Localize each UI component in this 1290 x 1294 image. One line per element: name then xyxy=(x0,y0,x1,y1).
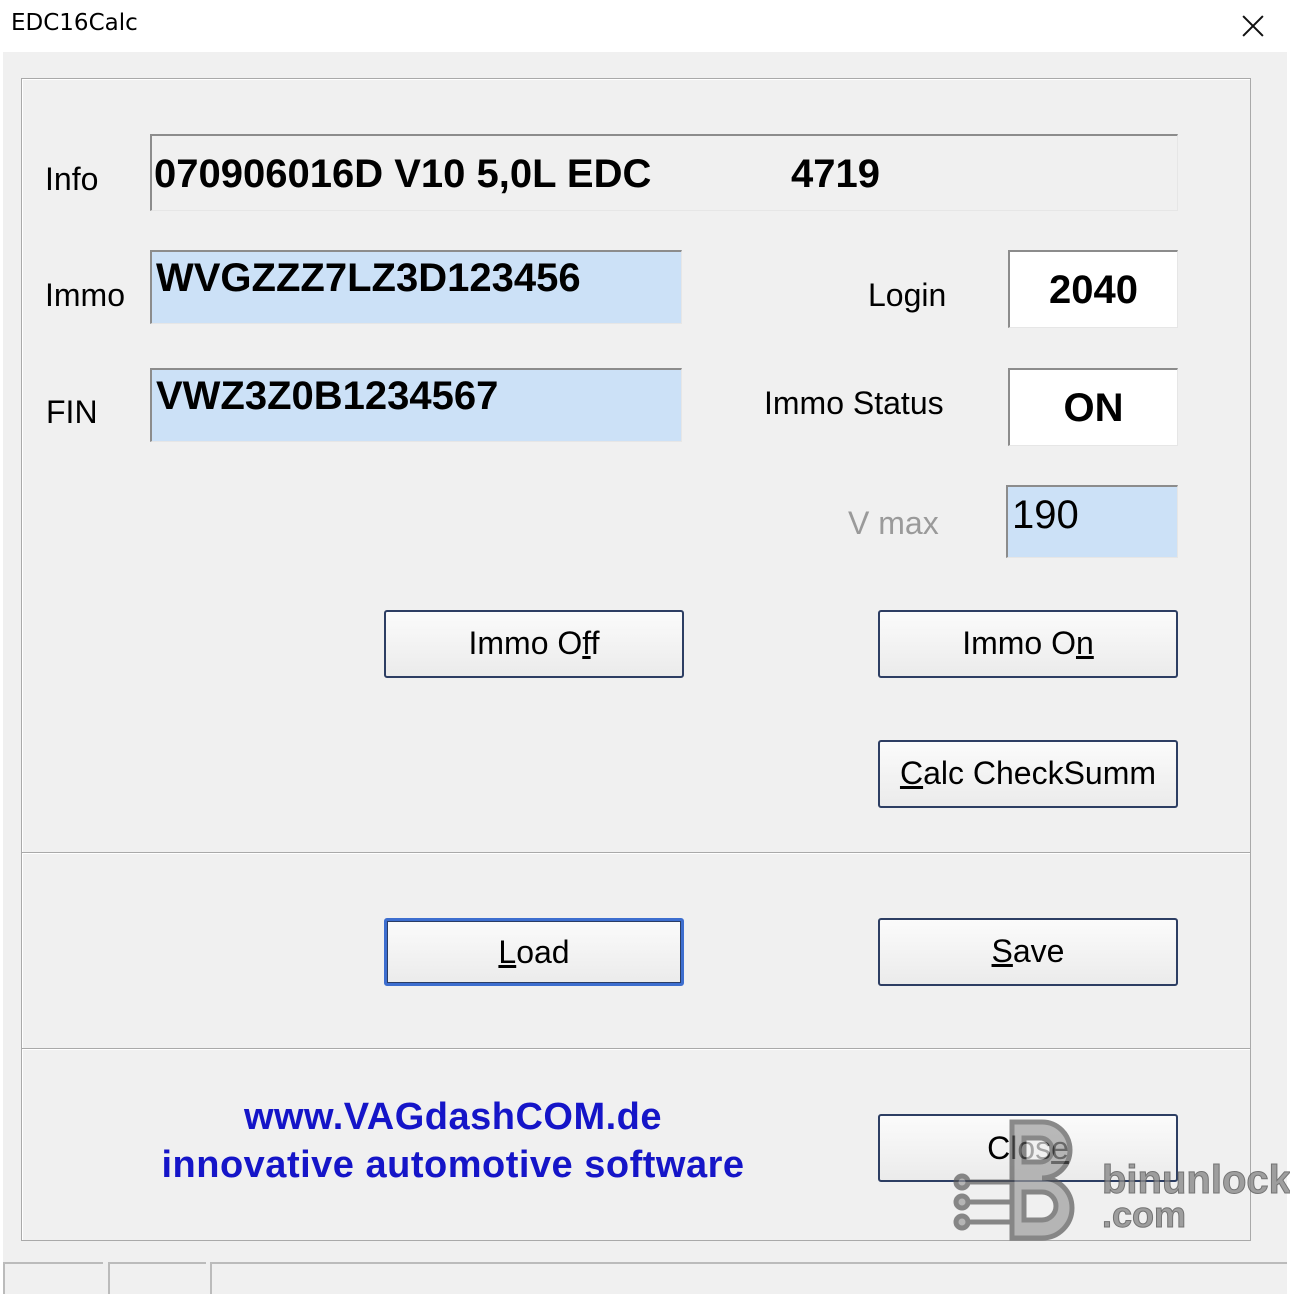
load-label-post: oad xyxy=(516,934,570,970)
fin-value: VWZ3Z0B1234567 xyxy=(156,374,499,418)
info-value-main: 070906016D V10 5,0L EDC xyxy=(154,152,652,196)
immo-off-accel: f xyxy=(582,625,591,661)
immo-off-label-pre: Immo O xyxy=(468,625,583,661)
status-bar-pane-2 xyxy=(108,1262,206,1294)
immo-on-button[interactable]: Immo On xyxy=(878,610,1178,678)
login-value: 2040 xyxy=(1049,268,1138,312)
fin-input[interactable]: VWZ3Z0B1234567 xyxy=(150,368,682,442)
vmax-value: 190 xyxy=(1012,493,1079,537)
load-accel: L xyxy=(498,934,517,970)
info-label: Info xyxy=(45,161,99,197)
immo-on-label-pre: Immo O xyxy=(962,625,1076,661)
binunlock-logo-icon xyxy=(953,1119,1075,1241)
promo-tagline: innovative automotive software xyxy=(161,1144,745,1186)
window-title: EDC16Calc xyxy=(11,10,138,36)
watermark-domain: .com xyxy=(1101,1194,1187,1236)
calc-label-post: alc CheckSumm xyxy=(923,755,1157,791)
calc-accel: C xyxy=(899,755,924,791)
info-value-code: 4719 xyxy=(791,152,880,196)
login-label: Login xyxy=(868,277,947,313)
immo-off-label-post: f xyxy=(590,625,600,661)
vmax-input[interactable]: 190 xyxy=(1006,485,1178,558)
immo-status-display: ON xyxy=(1008,368,1178,446)
fin-label: FIN xyxy=(46,394,98,430)
window-close-icon[interactable] xyxy=(1233,6,1273,46)
immo-value: WVGZZZ7LZ3D123456 xyxy=(156,256,581,300)
immo-input[interactable]: WVGZZZ7LZ3D123456 xyxy=(150,250,682,324)
immo-label: Immo xyxy=(45,277,125,313)
save-button[interactable]: Save xyxy=(878,918,1178,986)
immo-off-button[interactable]: Immo Off xyxy=(384,610,684,678)
load-button[interactable]: Load xyxy=(384,918,684,986)
calc-checksumm-button[interactable]: Calc CheckSumm xyxy=(878,740,1178,808)
status-bar-pane-1 xyxy=(3,1262,103,1294)
immo-status-value: ON xyxy=(1063,386,1124,430)
login-display: 2040 xyxy=(1008,250,1178,328)
binunlock-watermark: binunlock .com xyxy=(952,1112,1290,1244)
save-label-post: ave xyxy=(1012,933,1065,969)
vmax-label: V max xyxy=(848,505,939,541)
title-bar: EDC16Calc xyxy=(3,0,1287,52)
immo-status-label: Immo Status xyxy=(764,385,944,421)
edc16calc-window: EDC16Calc Info 070906016D V10 5,0L EDC 4… xyxy=(3,0,1287,1294)
save-accel: S xyxy=(991,933,1013,969)
promo-url: www.VAGdashCOM.de xyxy=(243,1096,663,1138)
immo-on-accel: n xyxy=(1075,625,1094,661)
info-display: 070906016D V10 5,0L EDC 4719 xyxy=(150,134,1178,211)
status-bar-pane-3 xyxy=(210,1262,1287,1294)
